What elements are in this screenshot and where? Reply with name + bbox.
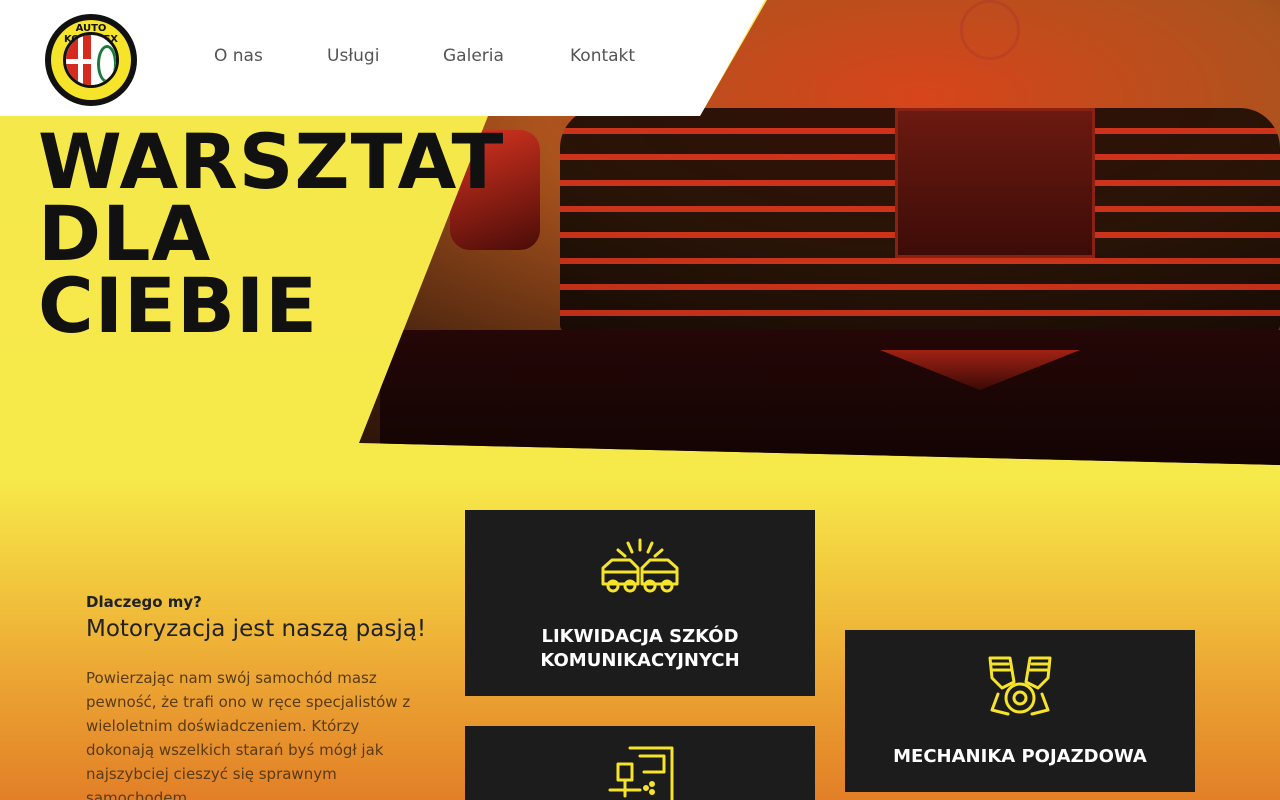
- paint-spray-icon: [608, 746, 674, 800]
- nav-link-kontakt[interactable]: Kontakt: [570, 46, 635, 66]
- service-card-label: LIKWIDACJA SZKÓD KOMUNIKACYJNYCH: [540, 626, 740, 671]
- service-card-mechanika[interactable]: MECHANIKA POJAZDOWA: [845, 630, 1195, 792]
- hero-title-line-2: DLA: [38, 189, 212, 278]
- why-us-title: Motoryzacja jest naszą pasją!: [86, 616, 427, 642]
- why-us-kicker: Dlaczego my?: [86, 593, 202, 611]
- why-us-text: Powierzając nam swój samochód masz pewno…: [86, 669, 411, 800]
- nav-link-uslugi[interactable]: Usługi: [327, 46, 379, 66]
- hero-title-line-1: WARSZTAT: [38, 117, 505, 206]
- service-card-label: MECHANIKA POJAZDOWA: [893, 746, 1147, 767]
- car-crash-icon: [601, 538, 679, 593]
- logo-ring: AUTO KOMPLEX: [51, 20, 131, 100]
- car-grille-center: [895, 108, 1095, 258]
- logo-emblem-icon: [63, 32, 119, 88]
- site-logo[interactable]: AUTO KOMPLEX: [45, 14, 137, 106]
- car-emblem: [960, 0, 1020, 60]
- nav-link-o-nas[interactable]: O nas: [214, 46, 263, 66]
- engine-icon: [988, 656, 1052, 716]
- hero-title-line-3: CIEBIE: [38, 261, 319, 350]
- car-bumper: [380, 330, 1280, 465]
- nav-link-galeria[interactable]: Galeria: [443, 46, 504, 66]
- hero-title: WARSZTAT DLA CIEBIE: [38, 117, 505, 350]
- service-card-likwidacja[interactable]: LIKWIDACJA SZKÓD KOMUNIKACYJNYCH: [465, 510, 815, 696]
- service-card-lakiernictwo[interactable]: [465, 726, 815, 800]
- site-header: AUTO KOMPLEX O nas Usługi Galeria Kontak…: [0, 0, 765, 116]
